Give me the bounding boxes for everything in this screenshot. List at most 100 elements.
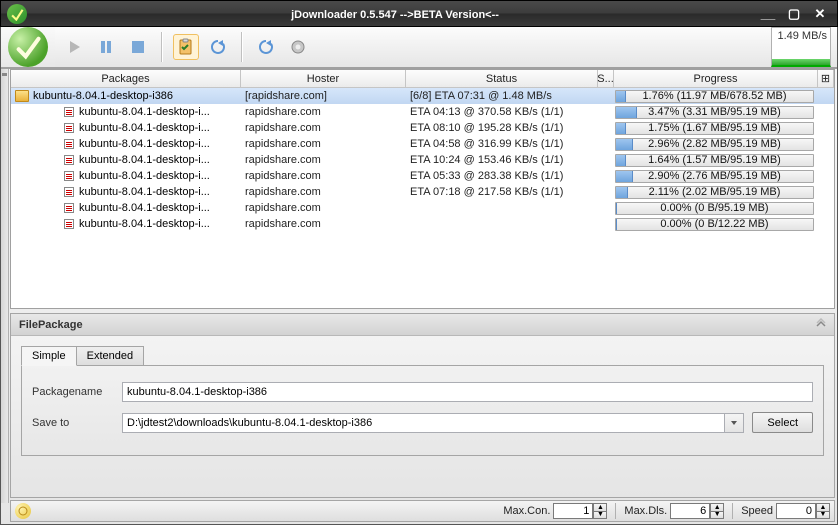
statusbar: Max.Con. ▲▼ Max.Dls. ▲▼ Speed ▲▼ (10, 500, 835, 522)
file-row[interactable]: kubuntu-8.04.1-desktop-i... rapidshare.c… (11, 184, 834, 200)
stop-button[interactable] (125, 34, 151, 60)
progress-bar: 1.76% (11.97 MB/678.52 MB) (615, 90, 814, 103)
tab-simple[interactable]: Simple (21, 346, 77, 366)
progress-text: 2.11% (2.02 MB/95.19 MB) (649, 186, 781, 198)
collapse-icon[interactable] (814, 317, 828, 331)
progress-text: 0.00% (0 B/95.19 MB) (660, 202, 768, 214)
maxdls-input[interactable] (670, 503, 710, 519)
file-icon (63, 202, 75, 214)
package-row[interactable]: kubuntu-8.04.1-desktop-i386 [rapidshare.… (11, 88, 834, 104)
status-icon[interactable] (15, 503, 31, 519)
progress-text: 3.47% (3.31 MB/95.19 MB) (648, 106, 781, 118)
file-row[interactable]: kubuntu-8.04.1-desktop-i... rapidshare.c… (11, 120, 834, 136)
window-title: jDownloader 0.5.547 -->BETA Version<-- (33, 7, 757, 21)
file-status: ETA 04:13 @ 370.58 KB/s (1/1) (406, 106, 598, 118)
app-icon (7, 4, 27, 24)
file-row[interactable]: kubuntu-8.04.1-desktop-i... rapidshare.c… (11, 200, 834, 216)
progress-text: 1.76% (11.97 MB/678.52 MB) (642, 90, 786, 102)
select-button[interactable]: Select (752, 412, 813, 433)
maxdls-up[interactable]: ▲ (710, 503, 724, 511)
progress-bar: 1.64% (1.57 MB/95.19 MB) (615, 154, 814, 167)
speed-spinner[interactable]: ▲▼ (776, 503, 830, 519)
progress-text: 0.00% (0 B/12.22 MB) (660, 218, 768, 230)
maxcon-up[interactable]: ▲ (593, 503, 607, 511)
tab-extended[interactable]: Extended (76, 346, 144, 365)
file-name: kubuntu-8.04.1-desktop-i... (79, 218, 210, 230)
file-name: kubuntu-8.04.1-desktop-i... (79, 138, 210, 150)
update-button[interactable] (253, 34, 279, 60)
progress-bar: 3.47% (3.31 MB/95.19 MB) (615, 106, 814, 119)
speed-label: Speed (741, 505, 773, 517)
file-row[interactable]: kubuntu-8.04.1-desktop-i... rapidshare.c… (11, 216, 834, 232)
progress-text: 2.90% (2.76 MB/95.19 MB) (648, 170, 781, 182)
file-name: kubuntu-8.04.1-desktop-i... (79, 106, 210, 118)
file-row[interactable]: kubuntu-8.04.1-desktop-i... rapidshare.c… (11, 168, 834, 184)
window-title-prefix: jDownloader 0.5.547 --> (291, 9, 414, 21)
window-minimize-button[interactable]: __ (757, 7, 779, 21)
col-hoster[interactable]: Hoster (241, 70, 406, 87)
window-title-suffix: <-- (485, 9, 499, 21)
file-hoster: rapidshare.com (241, 138, 406, 150)
maxcon-input[interactable] (553, 503, 593, 519)
file-name: kubuntu-8.04.1-desktop-i... (79, 154, 210, 166)
progress-bar: 2.90% (2.76 MB/95.19 MB) (615, 170, 814, 183)
package-status: [6/8] ETA 07:31 @ 1.48 MB/s (406, 90, 598, 102)
filepackage-title: FilePackage (19, 319, 83, 331)
reconnect-button[interactable] (205, 34, 231, 60)
saveto-dropdown[interactable] (724, 413, 744, 433)
progress-text: 2.96% (2.82 MB/95.19 MB) (648, 138, 781, 150)
file-hoster: rapidshare.com (241, 202, 406, 214)
file-row[interactable]: kubuntu-8.04.1-desktop-i... rapidshare.c… (11, 152, 834, 168)
maxcon-label: Max.Con. (503, 505, 550, 517)
file-status: ETA 07:18 @ 217.58 KB/s (1/1) (406, 186, 598, 198)
file-hoster: rapidshare.com (241, 106, 406, 118)
speed-input[interactable] (776, 503, 816, 519)
speed-up[interactable]: ▲ (816, 503, 830, 511)
progress-bar: 2.96% (2.82 MB/95.19 MB) (615, 138, 814, 151)
maxcon-spinner[interactable]: ▲▼ (553, 503, 607, 519)
pause-button[interactable] (93, 34, 119, 60)
folder-icon (15, 90, 29, 102)
col-sflag[interactable]: S... (598, 70, 614, 87)
left-gutter (1, 69, 9, 503)
file-row[interactable]: kubuntu-8.04.1-desktop-i... rapidshare.c… (11, 136, 834, 152)
file-status: ETA 05:33 @ 283.38 KB/s (1/1) (406, 170, 598, 182)
window-close-button[interactable]: ✕ (809, 7, 831, 21)
config-button[interactable] (285, 34, 311, 60)
input-saveto[interactable] (122, 413, 725, 433)
progress-text: 1.64% (1.57 MB/95.19 MB) (648, 154, 781, 166)
downloads-table: Packages Hoster Status S... Progress ⊞ k… (10, 69, 835, 309)
table-header: Packages Hoster Status S... Progress ⊞ (11, 70, 834, 88)
file-name: kubuntu-8.04.1-desktop-i... (79, 122, 210, 134)
file-icon (63, 138, 75, 150)
col-menu[interactable]: ⊞ (818, 70, 834, 87)
maxcon-down[interactable]: ▼ (593, 511, 607, 519)
col-packages[interactable]: Packages (11, 70, 241, 87)
speed-down[interactable]: ▼ (816, 511, 830, 519)
file-hoster: rapidshare.com (241, 218, 406, 230)
file-icon (63, 170, 75, 182)
col-status[interactable]: Status (406, 70, 598, 87)
play-button[interactable] (61, 34, 87, 60)
window-title-beta: BETA Version (414, 9, 486, 21)
package-name: kubuntu-8.04.1-desktop-i386 (33, 90, 173, 102)
maxdls-spinner[interactable]: ▲▼ (670, 503, 724, 519)
clipboard-button[interactable] (173, 34, 199, 60)
file-name: kubuntu-8.04.1-desktop-i... (79, 186, 210, 198)
file-icon (63, 122, 75, 134)
maxdls-label: Max.Dls. (624, 505, 667, 517)
file-icon (63, 186, 75, 198)
file-name: kubuntu-8.04.1-desktop-i... (79, 170, 210, 182)
col-progress[interactable]: Progress (614, 70, 818, 87)
file-hoster: rapidshare.com (241, 122, 406, 134)
file-icon (63, 154, 75, 166)
file-name: kubuntu-8.04.1-desktop-i... (79, 202, 210, 214)
file-status: ETA 10:24 @ 153.46 KB/s (1/1) (406, 154, 598, 166)
window-titlebar: jDownloader 0.5.547 -->BETA Version<-- _… (0, 0, 838, 27)
input-packagename[interactable] (122, 382, 813, 402)
window-maximize-button[interactable]: ▢ (783, 7, 805, 21)
progress-bar: 0.00% (0 B/12.22 MB) (615, 218, 814, 231)
label-packagename: Packagename (32, 386, 122, 398)
maxdls-down[interactable]: ▼ (710, 511, 724, 519)
file-row[interactable]: kubuntu-8.04.1-desktop-i... rapidshare.c… (11, 104, 834, 120)
